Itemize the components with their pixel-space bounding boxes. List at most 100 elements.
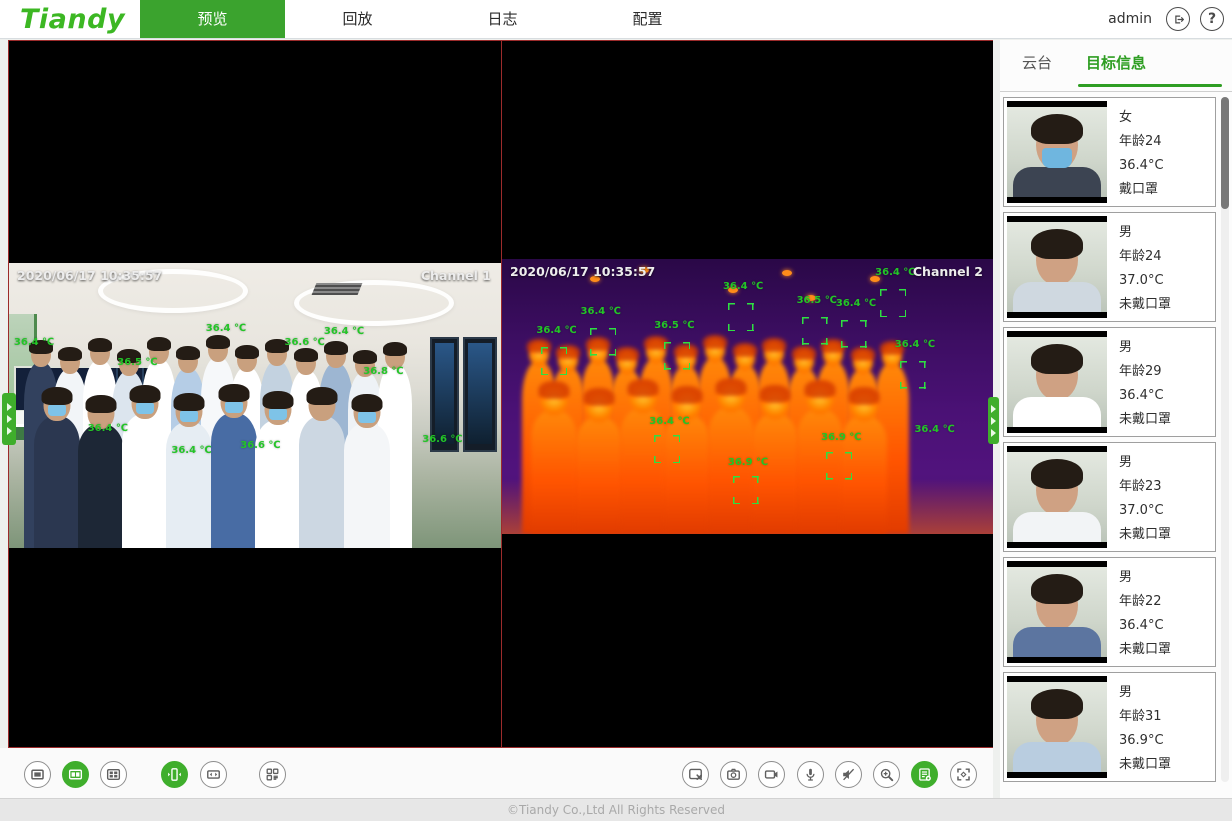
active-tab-underline bbox=[1078, 84, 1222, 87]
video-grid: 2020/06/17 10:35:57 Channel 1 36.4 ℃36.5… bbox=[8, 40, 993, 748]
face-detection-box bbox=[733, 476, 759, 504]
target-temperature: 37.0°C bbox=[1119, 499, 1171, 523]
video-cell-channel-1[interactable]: 2020/06/17 10:35:57 Channel 1 36.4 ℃ 36.5… bbox=[9, 41, 502, 747]
logout-icon[interactable] bbox=[1166, 7, 1190, 31]
temp-label: 36.4 ℃ bbox=[206, 323, 246, 334]
decor bbox=[782, 270, 792, 276]
target-mask-status: 未戴口罩 bbox=[1119, 638, 1171, 662]
target-gender: 男 bbox=[1119, 681, 1171, 705]
scale-stretch-button[interactable] bbox=[200, 761, 227, 788]
talk-button[interactable] bbox=[797, 761, 824, 788]
target-age: 年龄24 bbox=[1119, 245, 1171, 269]
username: admin bbox=[1108, 11, 1152, 27]
temp-label: 36.9 ℃ bbox=[728, 457, 768, 468]
temp-label: 36.9 ℃ bbox=[821, 432, 861, 443]
tab-log[interactable]: 日志 bbox=[430, 0, 575, 38]
target-card[interactable]: 男 年龄31 36.9°C 未戴口罩 bbox=[1003, 672, 1216, 782]
target-age: 年龄24 bbox=[1119, 130, 1164, 154]
target-gender: 男 bbox=[1119, 566, 1171, 590]
stop-preview-button[interactable] bbox=[682, 761, 709, 788]
target-age: 年龄23 bbox=[1119, 475, 1171, 499]
person-figure bbox=[255, 394, 301, 548]
right-panel-collapse-handle[interactable] bbox=[988, 397, 999, 444]
temp-label: 36.5 ℃ bbox=[797, 295, 837, 306]
snapshot-button[interactable] bbox=[720, 761, 747, 788]
tab-ptz[interactable]: 云台 bbox=[1022, 52, 1052, 73]
temp-label: 36.4 ℃ bbox=[14, 337, 54, 348]
person-figure bbox=[78, 398, 124, 548]
temp-label: 36.4 ℃ bbox=[171, 445, 211, 456]
decor bbox=[463, 337, 497, 452]
divider bbox=[1000, 91, 1232, 92]
target-mask-status: 未戴口罩 bbox=[1119, 523, 1171, 547]
face-detection-box bbox=[841, 320, 867, 348]
tab-preview[interactable]: 预览 bbox=[140, 0, 285, 38]
target-gender: 男 bbox=[1119, 336, 1171, 360]
temp-label: 36.4 ℃ bbox=[88, 423, 128, 434]
main-nav: 预览 回放 日志 配置 bbox=[140, 0, 720, 38]
target-photo bbox=[1007, 331, 1107, 433]
target-card[interactable]: 男 年龄23 37.0°C 未戴口罩 bbox=[1003, 442, 1216, 552]
decor bbox=[312, 283, 363, 295]
target-card[interactable]: 女 年龄24 36.4°C 戴口罩 bbox=[1003, 97, 1216, 207]
channel-1-timestamp: 2020/06/17 10:35:57 bbox=[17, 268, 162, 283]
target-mask-status: 未戴口罩 bbox=[1119, 753, 1171, 777]
right-panel: 云台 目标信息 女 年龄24 36.4°C 戴口罩 男 年龄24 37.0°C … bbox=[1000, 40, 1232, 798]
temp-label: 36.8 ℃ bbox=[363, 366, 403, 377]
target-mask-status: 未戴口罩 bbox=[1119, 293, 1171, 317]
target-card[interactable]: 男 年龄29 36.4°C 未戴口罩 bbox=[1003, 327, 1216, 437]
face-detection-box bbox=[880, 289, 906, 317]
face-detection-box bbox=[728, 303, 754, 331]
help-glyph: ? bbox=[1208, 12, 1216, 26]
target-card[interactable]: 男 年龄22 36.4°C 未戴口罩 bbox=[1003, 557, 1216, 667]
temp-label: 36.5 ℃ bbox=[117, 357, 157, 368]
face-detection-box bbox=[826, 452, 852, 480]
target-temperature: 36.4°C bbox=[1119, 154, 1164, 178]
target-mask-status: 未戴口罩 bbox=[1119, 408, 1171, 432]
channel-1-label: Channel 1 bbox=[421, 268, 491, 283]
thermal-person-figure bbox=[576, 391, 622, 534]
digital-zoom-button[interactable] bbox=[873, 761, 900, 788]
preview-toolbar bbox=[0, 748, 993, 798]
video-cell-channel-2[interactable]: 2020/06/17 10:35:57 Channel 2 36.4 ℃36.4… bbox=[502, 41, 993, 747]
temp-label: 36.4 ℃ bbox=[536, 325, 576, 336]
record-button[interactable] bbox=[758, 761, 785, 788]
person-figure bbox=[166, 396, 212, 548]
header-right: admin ? bbox=[1108, 0, 1224, 38]
channel-2-timestamp: 2020/06/17 10:35:57 bbox=[510, 264, 655, 279]
target-info-toggle-button[interactable] bbox=[911, 761, 938, 788]
target-card[interactable]: 男 年龄24 37.0°C 未戴口罩 bbox=[1003, 212, 1216, 322]
target-photo bbox=[1007, 101, 1107, 203]
person-figure bbox=[299, 390, 345, 548]
target-photo bbox=[1007, 676, 1107, 778]
scrollbar-track[interactable] bbox=[1221, 97, 1229, 782]
view-single-button[interactable] bbox=[24, 761, 51, 788]
scrollbar-thumb[interactable] bbox=[1221, 97, 1229, 209]
tab-target-info[interactable]: 目标信息 bbox=[1086, 52, 1146, 73]
scale-portrait-button[interactable] bbox=[161, 761, 188, 788]
target-gender: 男 bbox=[1119, 451, 1171, 475]
app-window: Tiandy 预览 回放 日志 配置 admin ? bbox=[0, 0, 1232, 821]
face-detection-box bbox=[664, 342, 690, 370]
view-custom-split-button[interactable] bbox=[259, 761, 286, 788]
tab-config[interactable]: 配置 bbox=[575, 0, 720, 38]
left-panel-expand-handle[interactable] bbox=[2, 393, 16, 445]
face-detection-box bbox=[900, 361, 926, 389]
help-icon[interactable]: ? bbox=[1200, 7, 1224, 31]
temp-label: 36.6 ℃ bbox=[422, 434, 462, 445]
temp-label: 36.4 ℃ bbox=[836, 298, 876, 309]
audio-mute-button[interactable] bbox=[835, 761, 862, 788]
header: Tiandy 预览 回放 日志 配置 admin ? bbox=[0, 0, 1232, 39]
person-figure bbox=[211, 387, 257, 548]
tab-playback[interactable]: 回放 bbox=[285, 0, 430, 38]
target-age: 年龄22 bbox=[1119, 590, 1171, 614]
temp-label: 36.6 ℃ bbox=[240, 440, 280, 451]
temp-label: 36.4 ℃ bbox=[581, 306, 621, 317]
view-two-split-button[interactable] bbox=[62, 761, 89, 788]
target-age: 年龄31 bbox=[1119, 705, 1171, 729]
target-temperature: 37.0°C bbox=[1119, 269, 1171, 293]
temp-label: 36.4 ℃ bbox=[895, 339, 935, 350]
fullscreen-button[interactable] bbox=[950, 761, 977, 788]
face-detection-box bbox=[590, 328, 616, 356]
view-four-split-button[interactable] bbox=[100, 761, 127, 788]
